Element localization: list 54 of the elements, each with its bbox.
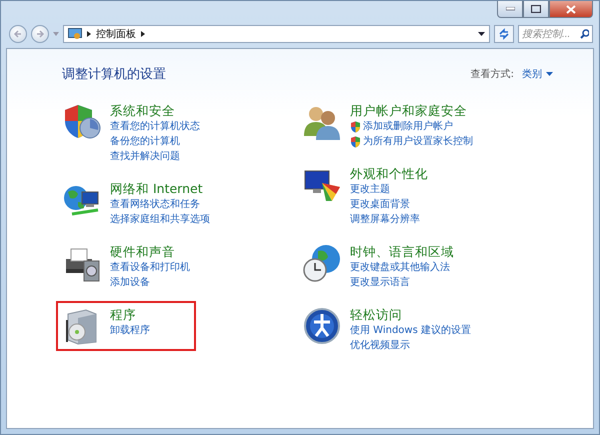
category-link[interactable]: 硬件和声音 — [110, 243, 190, 260]
close-icon — [566, 4, 576, 14]
task-link[interactable]: 更改显示语言 — [350, 275, 454, 290]
globe-clock-icon — [302, 243, 342, 283]
task-link[interactable]: 添加设备 — [110, 275, 190, 290]
task-link[interactable]: 更改主题 — [350, 182, 428, 197]
shield-icon — [350, 120, 361, 132]
task-link[interactable]: 选择家庭组和共享选项 — [110, 212, 210, 227]
category-link[interactable]: 外观和个性化 — [350, 165, 428, 182]
refresh-button[interactable] — [494, 25, 514, 43]
task-link[interactable]: 查看您的计算机状态 — [110, 119, 200, 134]
task-link[interactable]: 优化视频显示 — [350, 338, 471, 353]
task-link[interactable]: 卸载程序 — [110, 323, 150, 338]
category-link[interactable]: 系统和安全 — [110, 102, 200, 119]
task-link[interactable]: 查看设备和打印机 — [110, 260, 190, 275]
task-link[interactable]: 添加或删除用户帐户 — [350, 119, 473, 134]
task-link[interactable]: 调整屏幕分辨率 — [350, 212, 428, 227]
category-link[interactable]: 轻松访问 — [350, 306, 471, 323]
caret-icon — [546, 72, 553, 76]
view-by-label: 查看方式: — [470, 68, 514, 81]
address-bar[interactable]: 控制面板 — [63, 25, 490, 43]
task-link[interactable]: 更改键盘或其他输入法 — [350, 260, 454, 275]
chevron-icon — [141, 31, 145, 37]
maximize-button[interactable] — [523, 1, 549, 18]
category-link[interactable]: 时钟、语言和区域 — [350, 243, 454, 260]
search-icon — [580, 29, 589, 39]
caret-icon — [478, 32, 485, 36]
shield-icon — [350, 136, 361, 148]
search-field[interactable]: 搜索控制... — [518, 25, 593, 43]
close-button[interactable] — [549, 1, 593, 18]
refresh-icon — [498, 28, 510, 40]
category-link[interactable]: 用户帐户和家庭安全 — [350, 102, 473, 119]
task-link[interactable]: 查看网络状态和任务 — [110, 197, 210, 212]
minimize-button[interactable] — [497, 1, 523, 18]
task-link[interactable]: 查找并解决问题 — [110, 149, 200, 164]
view-by-dropdown[interactable]: 类别 — [522, 67, 553, 81]
maximize-icon — [531, 5, 541, 13]
back-button[interactable] — [9, 25, 27, 43]
forward-button[interactable] — [31, 25, 49, 43]
chevron-icon — [87, 31, 91, 37]
task-link[interactable]: 备份您的计算机 — [110, 134, 200, 149]
page-heading: 调整计算机的设置 — [62, 66, 166, 83]
back-arrow-icon — [13, 29, 23, 39]
task-link[interactable]: 更改桌面背景 — [350, 197, 428, 212]
control-panel-icon — [68, 28, 82, 40]
task-link[interactable]: 使用 Windows 建议的设置 — [350, 323, 471, 338]
caret-icon — [53, 32, 59, 36]
accessibility-icon — [302, 306, 342, 346]
task-link[interactable]: 为所有用户设置家长控制 — [350, 134, 473, 149]
forward-arrow-icon — [35, 29, 45, 39]
minimize-icon — [506, 7, 514, 11]
category-link[interactable]: 网络和 Internet — [110, 180, 210, 197]
breadcrumb[interactable]: 控制面板 — [96, 27, 136, 41]
category-link[interactable]: 程序 — [110, 306, 150, 323]
